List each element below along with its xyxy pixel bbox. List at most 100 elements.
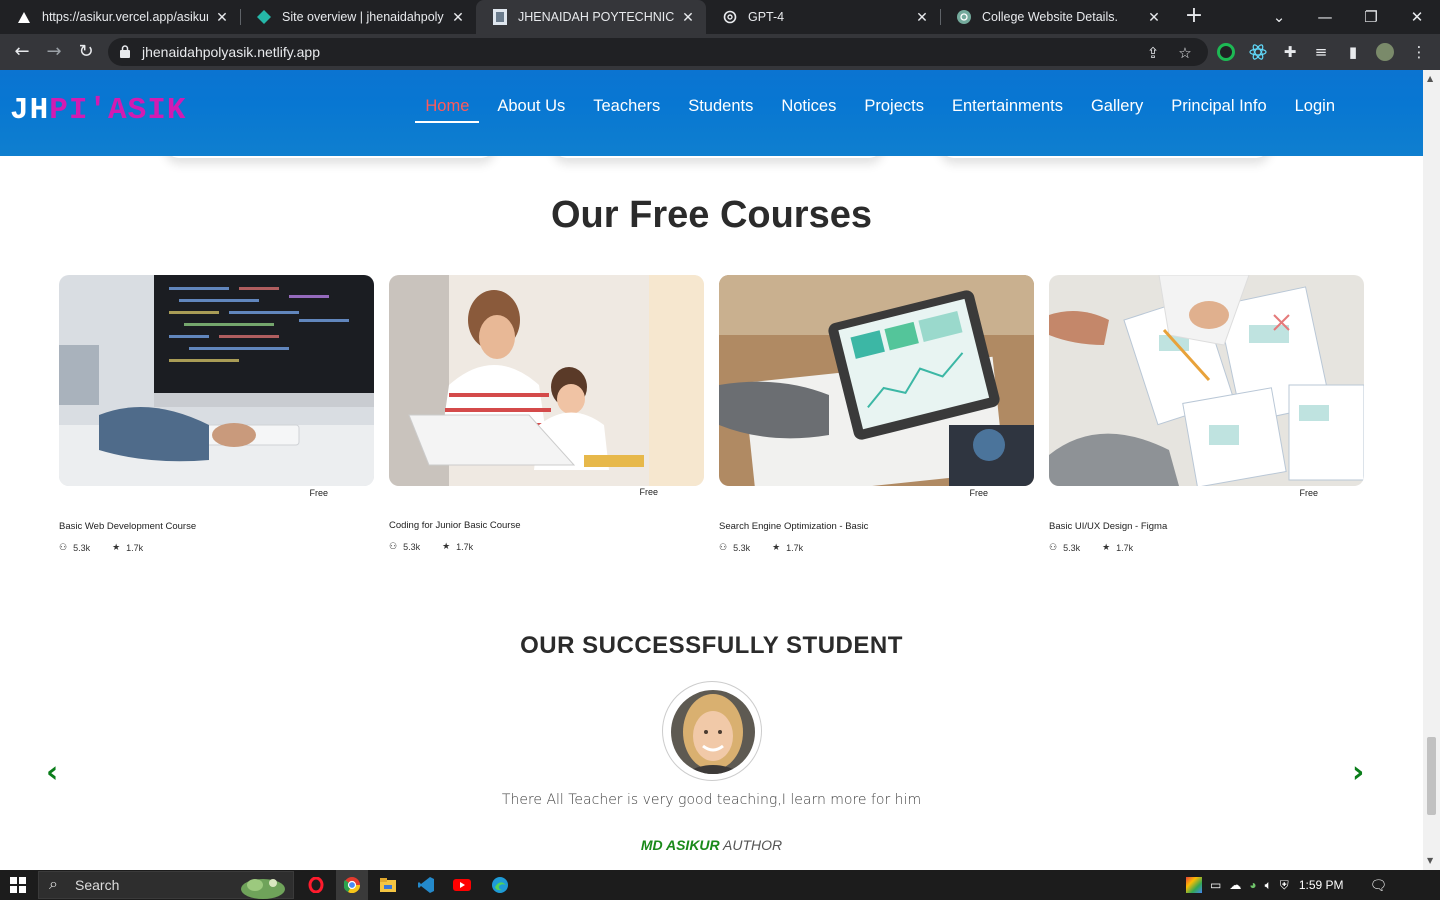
course-price: Free bbox=[309, 488, 328, 498]
nav-about-us[interactable]: About Us bbox=[497, 97, 565, 123]
course-title[interactable]: Search Engine Optimization - Basic bbox=[719, 521, 868, 532]
netlify-icon bbox=[256, 9, 272, 25]
openai-icon bbox=[722, 9, 738, 25]
course-title[interactable]: Coding for Junior Basic Course bbox=[389, 520, 520, 531]
course-title[interactable]: Basic Web Development Course bbox=[59, 521, 196, 532]
nav-notices[interactable]: Notices bbox=[781, 97, 836, 123]
security-shield-icon[interactable]: ⛨ bbox=[1280, 878, 1289, 893]
nav-teachers[interactable]: Teachers bbox=[593, 97, 660, 123]
tab-search-icon[interactable]: ⌄ bbox=[1256, 0, 1302, 34]
reload-icon[interactable]: ↻ bbox=[74, 40, 98, 64]
more-menu-icon[interactable]: ⋮ bbox=[1410, 43, 1428, 61]
file-explorer-icon[interactable] bbox=[376, 870, 400, 900]
taskbar-search-box[interactable]: ⌕ Search bbox=[38, 871, 294, 899]
lock-icon bbox=[120, 45, 130, 58]
nav-gallery[interactable]: Gallery bbox=[1091, 97, 1143, 123]
side-panel-icon[interactable]: ▮ bbox=[1344, 43, 1362, 61]
close-tab-icon[interactable]: ✕ bbox=[1146, 9, 1162, 26]
react-devtools-icon[interactable] bbox=[1249, 43, 1267, 61]
student-avatar bbox=[662, 681, 762, 781]
back-icon[interactable]: ← bbox=[10, 40, 34, 64]
youtube-icon[interactable] bbox=[450, 870, 474, 900]
notifications-icon[interactable]: 🗨︎ bbox=[1370, 877, 1388, 894]
courses-section-title: Our Free Courses bbox=[551, 194, 872, 236]
vpn-icon[interactable]: ◕ bbox=[1249, 878, 1256, 892]
opera-icon[interactable] bbox=[304, 870, 328, 900]
extensions-puzzle-icon[interactable]: ✚ bbox=[1281, 43, 1299, 61]
onedrive-icon[interactable]: ☁ bbox=[1229, 878, 1241, 892]
scroll-down-icon[interactable]: ▼ bbox=[1427, 856, 1433, 865]
testimonial-section-title: OUR SUCCESSFULLY STUDENT bbox=[520, 632, 903, 659]
edge-icon[interactable] bbox=[488, 870, 512, 900]
drive-icon[interactable] bbox=[1186, 877, 1202, 893]
share-icon[interactable]: ⇪ bbox=[1144, 44, 1162, 62]
browser-tab-strip: https://asikur.vercel.app/asikur/ ✕ Site… bbox=[0, 0, 1440, 34]
nav-principal-info[interactable]: Principal Info bbox=[1171, 97, 1266, 123]
bookmark-star-icon[interactable]: ☆ bbox=[1176, 44, 1194, 62]
course-meta: ⚇ 5.3k ★ 1.7k bbox=[719, 542, 804, 553]
browser-tab[interactable]: College Website Details. ✕ bbox=[940, 0, 1172, 34]
scroll-up-icon[interactable]: ▲ bbox=[1427, 74, 1433, 83]
profile-avatar-icon[interactable] bbox=[1376, 43, 1394, 61]
device-icon[interactable]: ▭ bbox=[1210, 878, 1221, 892]
windows-taskbar: ⌕ Search ▭ ☁ ◕ 🔈︎ ⛨ 1:59 PM 🗨︎ bbox=[0, 870, 1440, 900]
browser-tab[interactable]: https://asikur.vercel.app/asikur/ ✕ bbox=[0, 0, 240, 34]
browser-tab[interactable]: Site overview | jhenaidahpolyasik ✕ bbox=[240, 0, 476, 34]
address-bar[interactable]: jhenaidahpolyasik.netlify.app ⇪ ☆ bbox=[108, 38, 1208, 66]
url-text[interactable]: jhenaidahpolyasik.netlify.app bbox=[142, 44, 320, 60]
site-navbar: JHPI'ASIK Home About Us Teachers Student… bbox=[0, 70, 1423, 156]
close-tab-icon[interactable]: ✕ bbox=[680, 9, 696, 26]
course-card[interactable]: Free Basic UI/UX Design - Figma ⚇ 5.3k ★ 1… bbox=[1049, 275, 1364, 553]
user-icon: ⚇ bbox=[389, 541, 398, 551]
clock-time[interactable]: 1:59 PM bbox=[1299, 878, 1344, 892]
nav-home[interactable]: Home bbox=[415, 97, 480, 123]
carousel-next-icon[interactable]: › bbox=[1352, 758, 1372, 788]
course-meta: ⚇ 5.3k ★ 1.7k bbox=[1049, 542, 1134, 553]
minimize-button[interactable]: — bbox=[1302, 0, 1348, 34]
course-price: Free bbox=[639, 487, 658, 497]
chrome-icon[interactable] bbox=[336, 870, 368, 900]
user-icon: ⚇ bbox=[1049, 542, 1058, 552]
volume-icon[interactable]: 🔈︎ bbox=[1265, 878, 1272, 893]
course-card[interactable]: Free Basic Web Development Course ⚇ 5.3k … bbox=[59, 275, 374, 553]
site-logo[interactable]: JHPI'ASIK bbox=[10, 93, 186, 128]
close-window-button[interactable]: ✕ bbox=[1394, 0, 1440, 34]
new-tab-button[interactable]: + bbox=[1182, 4, 1206, 28]
star-icon: ★ bbox=[1102, 542, 1111, 552]
course-price: Free bbox=[969, 488, 988, 498]
nav-projects[interactable]: Projects bbox=[864, 97, 924, 123]
browser-toolbar: ← → ↻ jhenaidahpolyasik.netlify.app ⇪ ☆ … bbox=[0, 34, 1440, 70]
star-icon: ★ bbox=[772, 542, 781, 552]
extension-icon[interactable] bbox=[1217, 43, 1235, 61]
student-photo bbox=[671, 690, 755, 774]
course-image-web-dev[interactable] bbox=[59, 275, 374, 486]
star-icon: ★ bbox=[442, 541, 451, 551]
page-scrollbar[interactable]: ▲ ▼ bbox=[1423, 70, 1440, 870]
restore-button[interactable]: ❐ bbox=[1348, 0, 1394, 34]
page-viewport: JHPI'ASIK Home About Us Teachers Student… bbox=[0, 70, 1423, 870]
nav-login[interactable]: Login bbox=[1295, 97, 1335, 123]
vscode-icon[interactable] bbox=[414, 870, 438, 900]
course-image-junior-coding[interactable] bbox=[389, 275, 704, 486]
close-tab-icon[interactable]: ✕ bbox=[914, 9, 930, 26]
search-icon: ⌕ bbox=[49, 876, 58, 893]
course-title[interactable]: Basic UI/UX Design - Figma bbox=[1049, 521, 1167, 532]
browser-tab[interactable]: GPT-4 ✕ bbox=[706, 0, 940, 34]
carousel-prev-icon[interactable]: ‹ bbox=[46, 758, 66, 788]
course-image-seo[interactable] bbox=[719, 275, 1034, 486]
forward-icon[interactable]: → bbox=[42, 40, 66, 64]
browser-tab-active[interactable]: JHENAIDAH POYTECHNIC INSTI ✕ bbox=[476, 0, 706, 34]
media-controls-icon[interactable]: ≡ bbox=[1312, 43, 1330, 61]
course-image-uiux[interactable] bbox=[1049, 275, 1364, 486]
course-card[interactable]: Free Coding for Junior Basic Course ⚇ 5.3… bbox=[389, 275, 704, 552]
course-card[interactable]: Free Search Engine Optimization - Basic … bbox=[719, 275, 1034, 553]
scrollbar-thumb[interactable] bbox=[1427, 737, 1436, 815]
chatgpt-icon bbox=[956, 9, 972, 25]
close-tab-icon[interactable]: ✕ bbox=[450, 9, 466, 26]
windows-start-icon[interactable] bbox=[6, 870, 30, 900]
nav-students[interactable]: Students bbox=[688, 97, 753, 123]
star-icon: ★ bbox=[112, 542, 121, 552]
close-tab-icon[interactable]: ✕ bbox=[214, 9, 230, 26]
main-menu: Home About Us Teachers Students Notices … bbox=[411, 97, 1349, 123]
nav-entertainments[interactable]: Entertainments bbox=[952, 97, 1063, 123]
